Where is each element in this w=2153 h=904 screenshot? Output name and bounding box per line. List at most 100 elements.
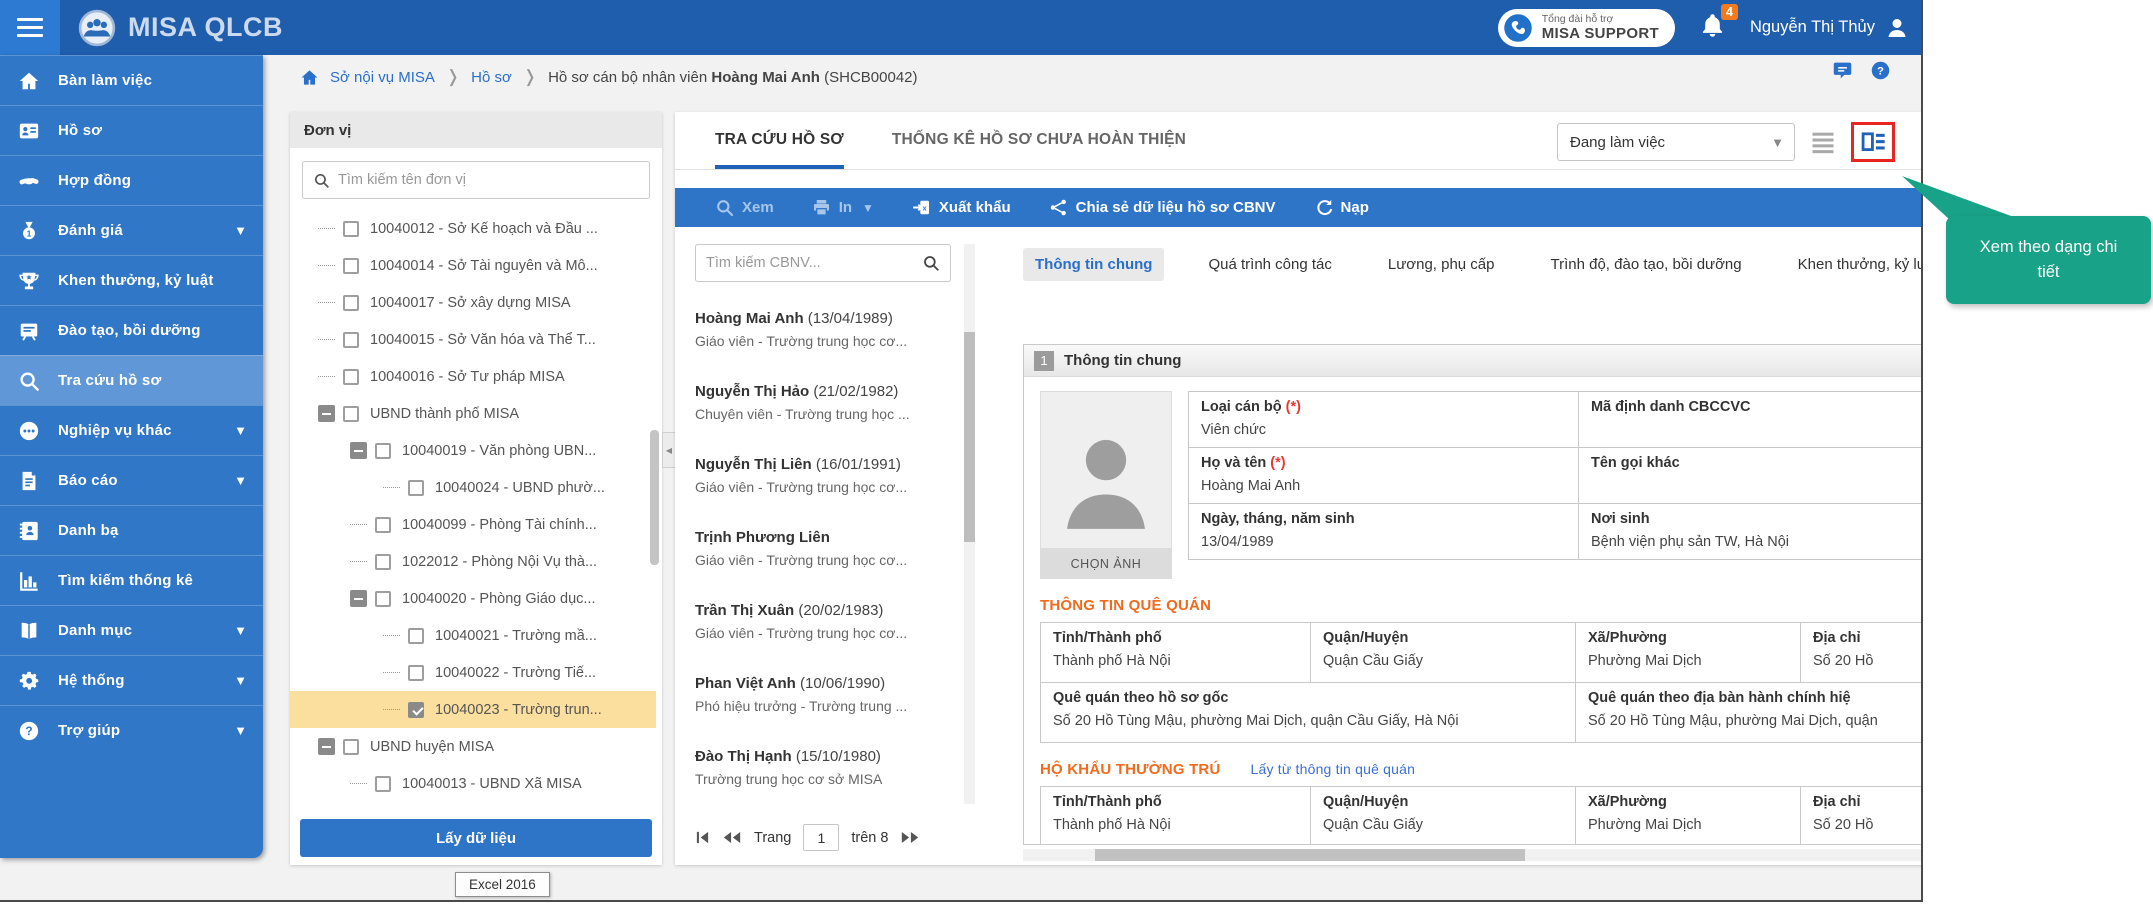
feedback-icon[interactable] bbox=[1832, 60, 1853, 86]
tree-expander-icon[interactable] bbox=[350, 590, 367, 607]
tree-checkbox[interactable] bbox=[343, 258, 359, 274]
unit-search-box[interactable] bbox=[302, 161, 650, 199]
tree-node[interactable]: 10040019 - Văn phòng UBN... bbox=[290, 432, 656, 469]
sidebar-item[interactable]: Hợp đồng ▼ bbox=[0, 155, 263, 205]
tree-node[interactable]: 10040012 - Sở Kế hoạch và Đầu ... bbox=[290, 210, 656, 247]
choose-photo-button[interactable]: CHỌN ẢNH bbox=[1040, 549, 1172, 579]
next-page-button[interactable] bbox=[900, 830, 920, 845]
tree-node[interactable]: 10040016 - Sở Tư pháp MISA bbox=[290, 358, 656, 395]
help-icon[interactable]: ? bbox=[1870, 60, 1891, 86]
tree-checkbox[interactable] bbox=[408, 702, 424, 718]
detail-tab[interactable]: Quá trình công tác bbox=[1196, 248, 1343, 281]
detail-tab[interactable]: Khen thưởng, kỷ luật bbox=[1786, 248, 1923, 281]
user-menu[interactable]: Nguyễn Thị Thủy bbox=[1750, 16, 1909, 40]
que-quan-field-wide[interactable]: Quê quán theo địa bàn hành chính hiệ Số … bbox=[1576, 683, 1923, 743]
detail-horizontal-scrollbar[interactable] bbox=[1023, 849, 1923, 861]
status-filter-dropdown[interactable]: Đang làm việc ▼ bbox=[1557, 123, 1795, 161]
tree-node[interactable]: 10040017 - Sở xây dựng MISA bbox=[290, 284, 656, 321]
tree-checkbox[interactable] bbox=[343, 369, 359, 385]
que-quan-field[interactable]: Tỉnh/Thành phố Thành phố Hà Nội bbox=[1041, 623, 1311, 683]
detail-tab[interactable]: Lương, phụ cấp bbox=[1376, 248, 1507, 281]
tree-node[interactable]: 10040015 - Sở Văn hóa và Thể T... bbox=[290, 321, 656, 358]
tree-node[interactable]: 10040023 - Trường trun... bbox=[290, 691, 656, 728]
sidebar-item[interactable]: 1 Đánh giá ▼ bbox=[0, 205, 263, 255]
sidebar-item[interactable]: Hồ sơ ▼ bbox=[0, 105, 263, 155]
list-view-toggle[interactable] bbox=[1809, 128, 1837, 156]
toolbar-button[interactable]: Xem ▼ bbox=[715, 198, 774, 217]
field-loai-can-bo[interactable]: Loại cán bộ (*) Viên chức bbox=[1189, 392, 1579, 448]
tree-expander-icon[interactable] bbox=[318, 738, 335, 755]
employee-list-item[interactable]: Nguyễn Thị Hảo (21/02/1982) Chuyên viên … bbox=[695, 371, 957, 444]
employee-list-item[interactable]: Hoàng Mai Anh (13/04/1989) Giáo viên - T… bbox=[695, 298, 957, 371]
tree-node[interactable]: 10040013 - UBND Xã MISA bbox=[290, 765, 656, 802]
notifications-button[interactable]: 4 bbox=[1699, 12, 1726, 44]
first-page-button[interactable] bbox=[695, 830, 710, 845]
tree-checkbox[interactable] bbox=[343, 739, 359, 755]
employee-list-item[interactable]: Nguyễn Thị Liên (16/01/1991) Giáo viên -… bbox=[695, 444, 957, 517]
sidebar-item[interactable]: Nghiệp vụ khác ▼ bbox=[0, 405, 263, 455]
tree-checkbox[interactable] bbox=[375, 776, 391, 792]
tree-checkbox[interactable] bbox=[408, 665, 424, 681]
unit-search-input[interactable] bbox=[338, 172, 639, 188]
previous-page-button[interactable] bbox=[722, 830, 742, 845]
panel-collapse-handle[interactable]: ◀ bbox=[662, 432, 676, 468]
tree-checkbox[interactable] bbox=[375, 591, 391, 607]
tree-node[interactable]: UBND huyện MISA bbox=[290, 728, 656, 765]
hamburger-menu-button[interactable] bbox=[0, 0, 60, 55]
que-quan-field[interactable]: Xã/Phường Phường Mai Dịch bbox=[1576, 623, 1801, 683]
breadcrumb-item-hoso[interactable]: Hồ sơ bbox=[471, 69, 512, 86]
detail-view-toggle[interactable] bbox=[1859, 128, 1887, 156]
sidebar-item[interactable]: Bàn làm việc ▼ bbox=[0, 55, 263, 105]
field-noi-sinh[interactable]: Nơi sinh Bệnh viện phụ sản TW, Hà Nội bbox=[1579, 504, 1923, 560]
ho-khau-field[interactable]: Địa chỉ Số 20 Hồ bbox=[1801, 787, 1923, 845]
load-data-button[interactable]: Lấy dữ liệu bbox=[300, 819, 652, 857]
field-ngay-sinh[interactable]: Ngày, tháng, năm sinh 13/04/1989 bbox=[1189, 504, 1579, 560]
tree-node[interactable]: 1022012 - Phòng Nội Vụ thà... bbox=[290, 543, 656, 580]
que-quan-field[interactable]: Địa chỉ Số 20 Hồ bbox=[1801, 623, 1923, 683]
sidebar-item[interactable]: Đào tạo, bồi dưỡng ▼ bbox=[0, 305, 263, 355]
sidebar-item[interactable]: Khen thưởng, kỷ luật ▼ bbox=[0, 255, 263, 305]
tree-checkbox[interactable] bbox=[375, 517, 391, 533]
tree-node[interactable]: 10040014 - Sở Tài nguyên và Mô... bbox=[290, 247, 656, 284]
main-tab[interactable]: TRA CỨU HỒ SƠ bbox=[715, 131, 844, 169]
tree-node[interactable]: 10040099 - Phòng Tài chính... bbox=[290, 506, 656, 543]
sidebar-item[interactable]: Báo cáo ▼ bbox=[0, 455, 263, 505]
employee-list-scrollbar[interactable] bbox=[964, 244, 975, 804]
que-quan-field[interactable]: Quận/Huyện Quận Cầu Giấy bbox=[1311, 623, 1576, 683]
tree-checkbox[interactable] bbox=[343, 332, 359, 348]
que-quan-field-wide[interactable]: Quê quán theo hồ sơ gốc Số 20 Hồ Tùng Mậ… bbox=[1041, 683, 1576, 743]
employee-list-item[interactable]: Trần Thị Xuân (20/02/1983) Giáo viên - T… bbox=[695, 590, 957, 663]
home-icon[interactable] bbox=[300, 68, 319, 87]
tree-checkbox[interactable] bbox=[343, 295, 359, 311]
employee-list-item[interactable]: Đào Thị Hạnh (15/10/1980) Trường trung h… bbox=[695, 736, 957, 808]
tree-checkbox[interactable] bbox=[408, 628, 424, 644]
tree-checkbox[interactable] bbox=[375, 554, 391, 570]
toolbar-button[interactable]: In ▼ bbox=[812, 198, 874, 217]
tree-expander-icon[interactable] bbox=[350, 442, 367, 459]
ho-khau-field[interactable]: Tỉnh/Thành phố Thành phố Hà Nội bbox=[1041, 787, 1311, 845]
tree-node[interactable]: 10040020 - Phòng Giáo dục... bbox=[290, 580, 656, 617]
employee-search-input[interactable] bbox=[706, 255, 922, 271]
toolbar-button[interactable]: x Xuất khẩu ▼ bbox=[912, 198, 1011, 217]
tree-expander-icon[interactable] bbox=[318, 405, 335, 422]
tree-node[interactable]: 10040024 - UBND phườ... bbox=[290, 469, 656, 506]
tree-checkbox[interactable] bbox=[343, 221, 359, 237]
employee-list-item[interactable]: Trịnh Phương Liên Giáo viên - Trường tru… bbox=[695, 517, 957, 590]
main-tab[interactable]: THỐNG KÊ HỒ SƠ CHƯA HOÀN THIỆN bbox=[892, 131, 1186, 169]
field-ma-dinh-danh[interactable]: Mã định danh CBCCVC bbox=[1579, 392, 1923, 448]
employee-search-box[interactable] bbox=[695, 244, 951, 282]
toolbar-button[interactable]: Nạp ▼ bbox=[1314, 198, 1369, 217]
sidebar-item[interactable]: Danh mục ▼ bbox=[0, 605, 263, 655]
detail-tab[interactable]: Trình độ, đào tạo, bồi dưỡng bbox=[1539, 248, 1754, 281]
ho-khau-field[interactable]: Xã/Phường Phường Mai Dịch bbox=[1576, 787, 1801, 845]
copy-from-que-quan-link[interactable]: Lấy từ thông tin quê quán bbox=[1251, 761, 1416, 777]
field-ho-va-ten[interactable]: Họ và tên (*) Hoàng Mai Anh bbox=[1189, 448, 1579, 504]
sidebar-item[interactable]: Tìm kiếm thống kê ▼ bbox=[0, 555, 263, 605]
page-number-input[interactable] bbox=[803, 824, 839, 851]
sidebar-item[interactable]: Tra cứu hồ sơ ▼ bbox=[0, 355, 263, 405]
misa-support-button[interactable]: Tổng đài hỗ trợ MISA SUPPORT bbox=[1498, 9, 1675, 47]
breadcrumb-item-unit[interactable]: Sở nội vụ MISA bbox=[330, 69, 435, 86]
field-ten-goi-khac[interactable]: Tên gọi khác bbox=[1579, 448, 1923, 504]
tree-node[interactable]: 10040022 - Trường Tiế... bbox=[290, 654, 656, 691]
employee-list-item[interactable]: Phan Việt Anh (10/06/1990) Phó hiệu trưở… bbox=[695, 663, 957, 736]
